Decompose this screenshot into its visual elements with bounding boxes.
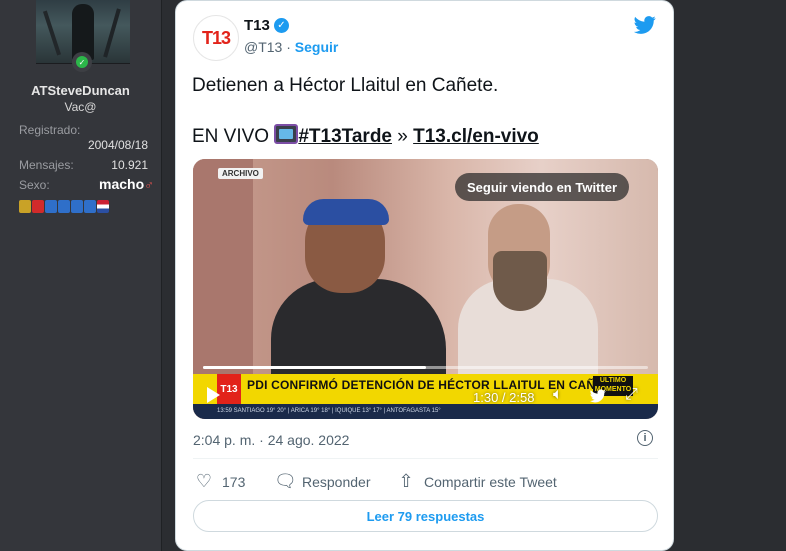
online-status-icon: ✓ bbox=[72, 52, 92, 72]
divider bbox=[193, 458, 658, 459]
username-link[interactable]: ATSteveDuncan bbox=[0, 83, 161, 98]
flag-icon bbox=[97, 200, 109, 213]
posts-label: Mensajes: bbox=[19, 158, 74, 172]
registered-value: 2004/08/18 bbox=[87, 138, 148, 152]
sex-symbol-icon: ♂ bbox=[144, 177, 154, 192]
share-label: Compartir este Tweet bbox=[424, 473, 557, 490]
arrow-text: » bbox=[392, 126, 414, 147]
twitter-bird-icon[interactable] bbox=[633, 14, 657, 36]
account-handle[interactable]: @T13 bbox=[244, 39, 282, 55]
hashtag-link[interactable]: #T13Tarde bbox=[298, 126, 392, 147]
sex-text: macho bbox=[99, 176, 145, 192]
account-handle-row: @T13 · Seguir bbox=[244, 39, 338, 55]
like-count: 173 bbox=[222, 473, 246, 490]
badge-icon bbox=[32, 200, 44, 213]
reply-icon: 🗨︎ bbox=[274, 471, 297, 491]
video-player[interactable]: ARCHIVO Seguir viendo en Twitter T13 PDI… bbox=[193, 159, 658, 419]
video-time: 1:30 / 2:58 bbox=[473, 390, 535, 405]
twitter-bird-small-icon[interactable] bbox=[589, 388, 607, 404]
user-badges bbox=[19, 200, 109, 213]
ticker-logo: T13 bbox=[217, 374, 241, 404]
reply-action[interactable]: 🗨︎ Responder bbox=[274, 471, 371, 492]
reply-label: Responder bbox=[302, 473, 371, 490]
fullscreen-icon[interactable]: ⤢ bbox=[625, 386, 638, 404]
video-progress-fill bbox=[203, 366, 426, 369]
continue-on-twitter-button[interactable]: Seguir viendo en Twitter bbox=[455, 173, 630, 201]
account-name[interactable]: T13 bbox=[244, 17, 270, 34]
archivo-label: ARCHIVO bbox=[218, 168, 263, 179]
badge-icon bbox=[19, 200, 31, 213]
play-icon[interactable] bbox=[207, 387, 220, 403]
sex-value: macho♂ bbox=[99, 176, 154, 192]
user-title: Vac@ bbox=[64, 100, 97, 114]
posts-value: 10.921 bbox=[111, 158, 148, 172]
volume-icon[interactable]: 🔈︎ bbox=[553, 386, 563, 404]
tweet-timestamp[interactable]: 2:04 p. m. · 24 ago. 2022 bbox=[193, 432, 349, 448]
tv-emoji-icon bbox=[274, 124, 299, 144]
info-icon[interactable]: i bbox=[637, 430, 653, 446]
badge-icon bbox=[58, 200, 70, 213]
live-link[interactable]: T13.cl/en-vivo bbox=[413, 126, 539, 147]
t13-logo[interactable]: T13 bbox=[193, 15, 239, 61]
sex-label: Sexo: bbox=[19, 178, 50, 192]
badge-icon bbox=[71, 200, 83, 213]
like-action[interactable]: ♡ 173 bbox=[194, 471, 245, 492]
read-replies-button[interactable]: Leer 79 respuestas bbox=[193, 500, 658, 532]
weather-crawl: 13:59 SANTIAGO 19° 20° | ARICA 19° 18° |… bbox=[193, 404, 658, 419]
ticker-headline: PDI CONFIRMÓ DETENCIÓN DE HÉCTOR LLAITUL… bbox=[247, 378, 620, 392]
badge-icon bbox=[84, 200, 96, 213]
handle-separator: · bbox=[282, 39, 295, 55]
tweet-text-line1: Detienen a Héctor Llaitul en Cañete. bbox=[192, 75, 499, 96]
share-icon: ⇧ bbox=[398, 471, 414, 491]
tweet-text-line2: EN VIVO #T13Tarde » T13.cl/en-vivo bbox=[192, 124, 539, 148]
user-profile-panel: ✓ ATSteveDuncan Vac@ Registrado: 2004/08… bbox=[0, 0, 162, 551]
video-progress-bar[interactable] bbox=[203, 366, 648, 369]
share-action[interactable]: ⇧ Compartir este Tweet bbox=[396, 471, 557, 492]
verified-badge-icon: ✓ bbox=[274, 18, 289, 33]
badge-icon bbox=[45, 200, 57, 213]
tweet-text-prefix: EN VIVO bbox=[192, 126, 275, 147]
follow-link[interactable]: Seguir bbox=[295, 39, 339, 55]
registered-label: Registrado: bbox=[19, 123, 81, 137]
heart-icon: ♡ bbox=[195, 471, 213, 491]
